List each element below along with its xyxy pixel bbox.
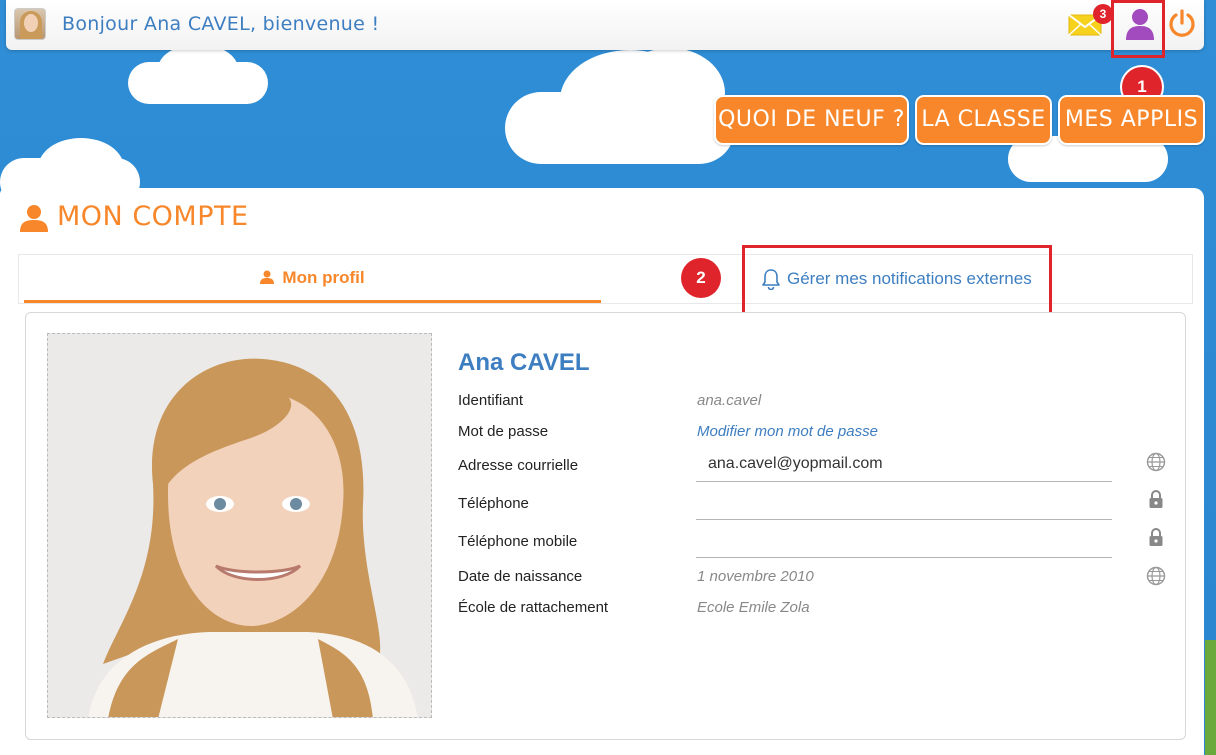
date-de-naissance-value: 1 novembre 2010 — [697, 568, 814, 585]
telephone-field[interactable] — [696, 488, 1112, 520]
nav-quoi-de-neuf-button[interactable]: QUOI DE NEUF ? — [714, 95, 909, 145]
user-account-icon[interactable] — [1124, 7, 1156, 41]
top-bar: Bonjour Ana CAVEL, bienvenue ! — [6, 0, 1204, 50]
hill-decoration — [1205, 640, 1216, 755]
mot-de-passe-label: Mot de passe — [458, 423, 549, 440]
lock-icon[interactable] — [1146, 527, 1166, 547]
telephone-mobile-field[interactable] — [696, 526, 1112, 558]
profile-photo[interactable] — [47, 333, 432, 718]
email-field[interactable]: ana.cavel@yopmail.com — [696, 450, 1112, 482]
cloud-decoration — [615, 48, 725, 138]
nav-la-classe-button[interactable]: LA CLASSE — [915, 95, 1052, 145]
bell-icon — [762, 269, 780, 290]
profile-photo-image — [48, 334, 431, 717]
mail-count-badge: 3 — [1093, 4, 1113, 24]
date-de-naissance-label: Date de naissance — [458, 568, 583, 585]
nav-mes-applis-button[interactable]: MES APPLIS — [1058, 95, 1205, 145]
power-icon[interactable] — [1167, 9, 1197, 39]
ecole-value: Ecole Emile Zola — [697, 599, 810, 616]
step-marker-2: 2 — [681, 258, 721, 298]
profile-name: Ana CAVEL — [458, 349, 590, 376]
page-title: MON COMPTE — [57, 201, 249, 232]
modifier-mot-de-passe-link[interactable]: Modifier mon mot de passe — [697, 423, 878, 440]
ecole-label: École de rattachement — [458, 599, 609, 616]
identifiant-value: ana.cavel — [697, 392, 762, 409]
identifiant-label: Identifiant — [458, 392, 524, 409]
lock-icon[interactable] — [1146, 489, 1166, 509]
telephone-mobile-label: Téléphone mobile — [458, 533, 578, 550]
adresse-courrielle-label: Adresse courrielle — [458, 457, 579, 474]
globe-icon[interactable] — [1146, 566, 1166, 586]
tab-mon-profil-label: Mon profil — [282, 268, 365, 287]
tab-mon-profil[interactable]: Mon profil — [24, 256, 601, 303]
globe-icon[interactable] — [1146, 452, 1166, 472]
tab-notifications-externes[interactable]: Gérer mes notifications externes — [742, 245, 1052, 317]
tab-notifications-label: Gérer mes notifications externes — [787, 269, 1032, 288]
cloud-decoration — [158, 44, 238, 94]
user-icon — [260, 270, 275, 284]
user-icon — [20, 205, 48, 232]
avatar[interactable] — [14, 8, 46, 40]
greeting-text: Bonjour Ana CAVEL, bienvenue ! — [62, 13, 380, 35]
telephone-label: Téléphone — [458, 495, 529, 512]
